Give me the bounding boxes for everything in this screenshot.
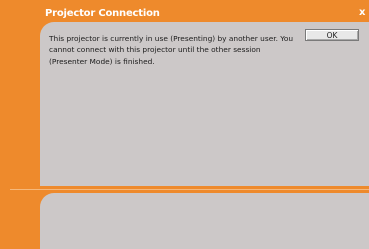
close-icon[interactable]: x [359,7,369,19]
dialog-window: Projector Connection x This projector is… [0,0,369,249]
divider-highlight [10,189,369,190]
ok-button[interactable]: OK [305,29,359,41]
window-title: Projector Connection [45,8,160,19]
title-bar[interactable]: Projector Connection x [0,0,369,24]
left-rail-top [0,18,40,188]
bottom-panel [40,193,369,249]
left-rail-bottom [0,193,40,249]
message-text: This projector is currently in use (Pres… [49,34,294,66]
